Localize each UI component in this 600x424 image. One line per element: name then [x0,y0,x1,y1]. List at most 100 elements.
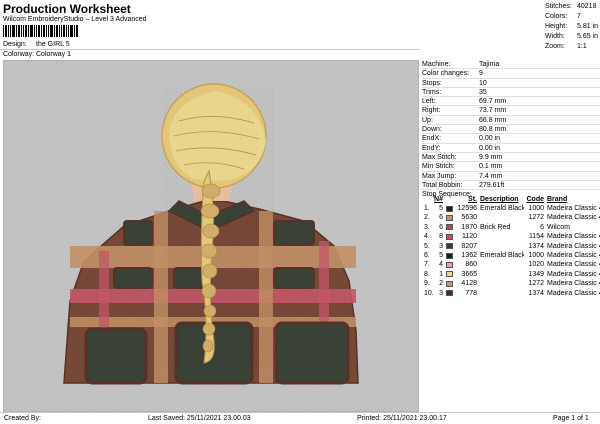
stat-label: Colors: [545,13,568,20]
table-body: 1. 5 12596 Emerald Black 1000 Madeira Classic… [422,204,600,298]
software-name: Wilcom EmbroideryStudio – Level 3 Advanc… [3,16,147,23]
embroidery-design-image [4,61,418,411]
info-row: Right: 73.7 mm [422,106,600,116]
table-row: 10. 3 778 1374Madeira Classic 40 [422,289,600,298]
row-index: 6. [424,251,430,259]
info-row: Left: 69.7 mm [422,97,600,107]
color-swatch [443,279,455,288]
row-index: 2. [424,214,430,222]
needle-number: 6 [439,214,443,222]
created-by: Created By: [4,415,41,422]
stat-value: 7 [577,13,581,20]
info-label: Trims: [422,88,442,96]
header-n: N# [434,196,443,203]
info-value: 0.00 in [479,135,501,143]
table-row: 1. 5 12596 Emerald Black 1000 Madeira Classic… [422,204,600,213]
color-swatch [443,232,455,241]
stitch-count: 3665 [461,270,477,278]
info-value: 7.4 mm [479,172,503,180]
info-row: Up: 66.8 mm [422,116,600,126]
thread-brand: Madeira Classic 40 [547,242,600,250]
thread-code: 6 [540,223,544,231]
stitch-count: 1870 [461,223,477,231]
header-brand: Brand [547,196,568,203]
design-preview [3,60,419,412]
row-index: 1. [424,205,430,212]
swatch-box [445,205,453,212]
info-value: 279.61ft [479,181,505,189]
info-label: Total Bobbin: [422,181,463,189]
stat-row: Stitches: 40218 [545,2,600,12]
thread-brand: Madeira Classic 40 [547,205,600,212]
table-row: 2. 6 5630 1272Madeira Classic 40 [422,213,600,222]
colorway-row: Colorway: Colorway 1 [3,51,71,58]
info-label: Right: [422,107,441,115]
color-description: Brick Red [480,223,511,231]
row-index: 3. [424,223,430,231]
stats-panel: Stitches: 40218 Colors: 7 Height: 5.81 in W… [545,2,600,52]
stat-row: Height: 5.81 in [545,22,600,32]
needle-number: 1 [439,270,443,278]
divider [0,49,420,50]
info-row: Max Jump: 7.4 mm [422,172,600,181]
stitch-count: 5630 [461,214,477,222]
info-row: Down: 80.8 mm [422,125,600,135]
thread-brand: Madeira Classic 40 [547,233,600,241]
needle-number: 3 [439,242,443,250]
table-row: 3. 6 1870 Brick Red 6 Wilcom [422,223,600,232]
thread-brand: Madeira Classic 40 [547,289,600,297]
color-description: Emerald Black [480,205,524,212]
row-index: 4. [424,233,430,241]
info-row: Min Stitch: 0.1 mm [422,162,600,172]
color-swatch [443,289,455,298]
color-description [477,289,524,298]
thread-code: 1272 [528,280,544,288]
color-swatch [443,213,455,222]
info-value: 9 [479,70,483,78]
color-swatch [443,260,455,269]
info-row: Color changes: 9 [422,69,600,79]
info-value: 35 [479,88,487,96]
info-value: 73.7 mm [479,107,507,115]
header-swatch [443,195,455,204]
info-label: Max Jump: [422,172,457,180]
thread-code: 1272 [528,214,544,222]
stat-row: Colors: 7 [545,12,600,22]
color-swatch [443,242,455,251]
needle-number: 2 [439,280,443,288]
color-description [477,213,524,222]
thread-code: 1374 [528,242,544,250]
color-description [477,232,524,241]
needle-number: 6 [439,223,443,231]
swatch-box [445,243,453,250]
swatch-box [445,271,453,278]
thread-code: 1000 [528,205,544,212]
color-description [477,260,524,269]
stat-label: Stitches: [545,3,572,10]
info-value: 69.7 mm [479,98,507,106]
table-header: N# St. Description Code Brand [422,195,600,204]
stop-sequence-table: N# St. Description Code Brand 1. 5 12596 Em… [422,195,600,298]
stat-value: 5.81 in [577,23,599,30]
stitch-count: 12596 [457,205,477,212]
header-index [422,195,433,204]
footer: Created By: Last Saved: 25/11/2021 23.00… [0,412,600,424]
info-value: 0.00 in [479,144,501,152]
swatch-box [445,290,453,297]
header-description: Description [480,196,519,203]
machine-info-panel: Machine: Tajima Color changes: 9 Stops: 10 … [422,60,600,199]
info-label: Left: [422,98,436,106]
colorway-label: Colorway: [3,51,35,58]
page-number: Page 1 of 1 [553,415,589,422]
needle-number: 4 [439,261,443,269]
info-row: Total Bobbin: 279.61ft [422,181,600,191]
stitch-count: 860 [465,261,477,269]
swatch-box [445,280,453,287]
info-row: Stops: 10 [422,79,600,88]
header-st: St. [468,196,477,203]
thread-brand: Madeira Classic 40 [547,214,600,222]
info-label: Max Stitch: [422,153,457,161]
stitch-count: 778 [465,289,477,297]
design-label: Design: [3,41,27,48]
color-description: Emerald Black [480,251,524,259]
